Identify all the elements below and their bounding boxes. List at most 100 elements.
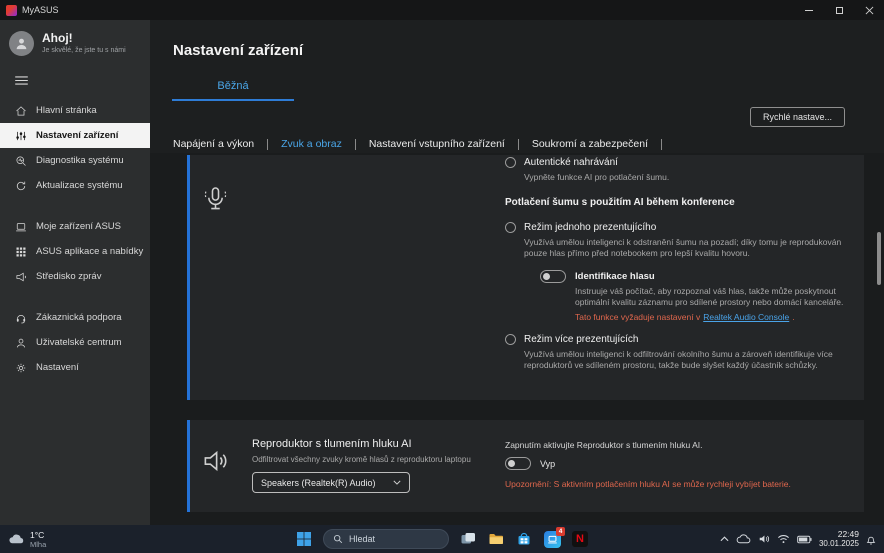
subnav: Napájení a výkon Zvuk a obraz Nastavení … bbox=[173, 138, 662, 150]
netflix-button[interactable]: N bbox=[571, 530, 589, 548]
radio-multi-presenter[interactable] bbox=[505, 334, 516, 345]
note-suffix: . bbox=[792, 312, 795, 322]
sidebar-item-label: Středisko zpráv bbox=[36, 271, 102, 282]
toggle-state-label: Vyp bbox=[540, 458, 556, 469]
option-multi-presenter: Režim více prezentujících bbox=[505, 333, 850, 346]
ai-conference-group-title: Potlačení šumu s použitím AI během konfe… bbox=[505, 197, 735, 208]
sidebar-item-label: Moje zařízení ASUS bbox=[36, 221, 122, 232]
volume-button[interactable] bbox=[758, 533, 770, 545]
task-view-button[interactable] bbox=[459, 530, 477, 548]
onedrive-button[interactable] bbox=[736, 534, 751, 544]
subnav-item-vstupni-zarizeni[interactable]: Nastavení vstupního zařízení bbox=[356, 138, 518, 150]
subnav-item-soukromi[interactable]: Soukromí a zabezpečení bbox=[519, 138, 661, 150]
home-icon bbox=[16, 105, 26, 115]
cloud-icon bbox=[736, 534, 751, 544]
network-button[interactable] bbox=[777, 534, 790, 544]
taskbar-search[interactable]: Hledat bbox=[323, 529, 449, 549]
sidebar-item-label: Nastavení zařízení bbox=[36, 130, 119, 141]
content-scroll-area: Autentické nahrávání Vypněte funkce AI p… bbox=[150, 153, 884, 525]
scrollbar[interactable] bbox=[877, 155, 881, 521]
chevron-down-icon bbox=[393, 480, 401, 485]
sidebar-item-zakaznicka-podpora[interactable]: Zákaznická podpora bbox=[0, 305, 150, 330]
headset-icon bbox=[16, 314, 26, 323]
quick-settings-button[interactable]: Rychlé nastave... bbox=[749, 107, 845, 127]
file-explorer-button[interactable] bbox=[487, 530, 505, 548]
maximize-button[interactable] bbox=[824, 0, 854, 20]
realtek-audio-console-link[interactable]: Realtek Audio Console bbox=[703, 312, 789, 322]
main-panel: Nastavení zařízení Běžná Rychlé nastave.… bbox=[150, 20, 884, 525]
taskbar-center: Hledat 4 N bbox=[295, 525, 589, 553]
option-authentic-recording: Autentické nahrávání bbox=[505, 156, 850, 169]
megaphone-icon bbox=[16, 272, 26, 281]
tray-expand-button[interactable] bbox=[720, 536, 729, 542]
avatar[interactable] bbox=[9, 31, 34, 56]
voice-id-label: Identifikace hlasu bbox=[575, 271, 655, 282]
sidebar-item-nastaveni-zarizeni[interactable]: Nastavení zařízení bbox=[0, 123, 150, 148]
weather-widget[interactable]: 1°C Mlha bbox=[0, 530, 46, 549]
speaker-left-column: Reproduktor s tlumením hluku AI Odfiltro… bbox=[252, 438, 502, 493]
sidebar-item-aktualizace-systemu[interactable]: Aktualizace systému bbox=[0, 173, 150, 198]
subnav-separator bbox=[661, 138, 662, 150]
search-icon bbox=[333, 534, 343, 544]
sidebar-item-label: ASUS aplikace a nabídky bbox=[36, 246, 144, 257]
netflix-icon: N bbox=[572, 531, 588, 547]
sidebar-item-nastaveni[interactable]: Nastavení bbox=[0, 355, 150, 380]
diagnostics-icon bbox=[16, 156, 26, 166]
user-center-icon bbox=[16, 338, 26, 348]
note-prefix: Tato funkce vyžaduje nastavení v bbox=[575, 312, 701, 322]
sidebar-item-stredisko-zprav[interactable]: Středisko zpráv bbox=[0, 264, 150, 289]
tab-bezna[interactable]: Běžná bbox=[172, 80, 294, 101]
voice-id-note: Tato funkce vyžaduje nastavení v Realtek … bbox=[575, 312, 850, 323]
voice-id-toggle[interactable] bbox=[540, 270, 566, 283]
sidebar-item-uzivatelske-centrum[interactable]: Uživatelské centrum bbox=[0, 330, 150, 355]
sidebar: Ahoj! Je skvělé, že jste tu s námi Hlavn… bbox=[0, 20, 150, 525]
speaker-section-title: Reproduktor s tlumením hluku AI bbox=[252, 438, 412, 450]
microphone-icon bbox=[204, 187, 227, 210]
notifications-button[interactable] bbox=[866, 534, 876, 545]
option-label: Autentické nahrávání bbox=[524, 157, 618, 168]
radio-authentic-recording[interactable] bbox=[505, 157, 516, 168]
menu-toggle-button[interactable] bbox=[15, 72, 28, 90]
option-multi-desc: Využívá umělou inteligenci k odfiltrován… bbox=[524, 349, 833, 370]
weather-condition: Mlha bbox=[30, 539, 47, 549]
minimize-button[interactable] bbox=[794, 0, 824, 20]
battery-button[interactable] bbox=[797, 535, 812, 544]
speaker-toggle-caption: Zapnutím aktivujte Reproduktor s tlumení… bbox=[505, 440, 703, 450]
subnav-item-napajeni-a-vykon[interactable]: Napájení a výkon bbox=[173, 138, 267, 150]
clock-date: 30.01.2025 bbox=[818, 539, 859, 548]
sidebar-item-label: Uživatelské centrum bbox=[36, 337, 122, 348]
speaker-device-dropdown[interactable]: Speakers (Realtek(R) Audio) bbox=[252, 472, 410, 493]
sidebar-item-label: Zákaznická podpora bbox=[36, 312, 122, 323]
speaker-anc-toggle[interactable] bbox=[505, 457, 531, 470]
gear-icon bbox=[16, 363, 26, 372]
sidebar-divider bbox=[0, 289, 150, 305]
window-title: MyASUS bbox=[22, 5, 59, 15]
speaker-section-subtitle: Odfiltrovat všechny zvuky kromě hlasů z … bbox=[252, 455, 471, 464]
taskbar: 1°C Mlha Hledat 4 N 22:49 30.01.2025 bbox=[0, 525, 884, 553]
close-button[interactable] bbox=[854, 0, 884, 20]
clock[interactable]: 22:49 30.01.2025 bbox=[819, 529, 859, 549]
scrollbar-thumb[interactable] bbox=[877, 232, 881, 285]
sidebar-item-diagnostika-systemu[interactable]: Diagnostika systému bbox=[0, 148, 150, 173]
weather-temp: 1°C bbox=[30, 529, 45, 540]
radio-single-presenter[interactable] bbox=[505, 222, 516, 233]
sidebar-item-asus-aplikace[interactable]: ASUS aplikace a nabídky bbox=[0, 239, 150, 264]
subnav-item-zvuk-a-obraz[interactable]: Zvuk a obraz bbox=[268, 138, 355, 150]
system-tray: 22:49 30.01.2025 bbox=[720, 525, 884, 553]
store-button[interactable] bbox=[515, 530, 533, 548]
clock-time: 22:49 bbox=[837, 529, 859, 539]
profile[interactable]: Ahoj! Je skvělé, že jste tu s námi bbox=[0, 20, 150, 62]
sidebar-item-hlavni-stranka[interactable]: Hlavní stránka bbox=[0, 98, 150, 123]
dropdown-value: Speakers (Realtek(R) Audio) bbox=[261, 477, 376, 488]
device-settings-icon bbox=[16, 131, 26, 140]
option-authentic-desc: Vypněte funkce AI pro potlačení šumu. bbox=[524, 172, 670, 182]
start-button[interactable] bbox=[295, 530, 313, 548]
myasus-taskbar-button[interactable]: 4 bbox=[543, 527, 565, 548]
chevron-up-icon bbox=[720, 536, 729, 542]
hamburger-icon bbox=[15, 76, 28, 85]
myasus-logo-icon bbox=[6, 4, 17, 16]
sidebar-item-label: Aktualizace systému bbox=[36, 180, 123, 191]
sidebar-divider bbox=[0, 198, 150, 214]
greeting-text: Ahoj! bbox=[42, 31, 73, 45]
sidebar-item-moje-zarizeni-asus[interactable]: Moje zařízení ASUS bbox=[0, 214, 150, 239]
